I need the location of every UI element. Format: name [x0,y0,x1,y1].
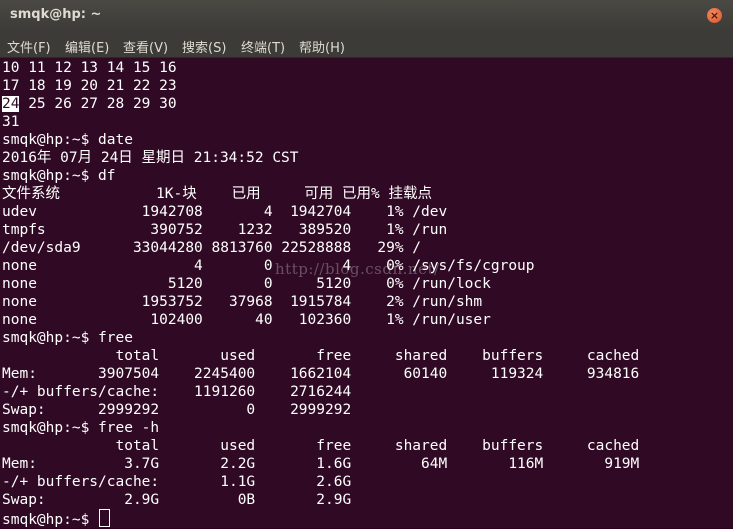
cursor [99,509,111,527]
free-row: -/+ buffers/cache: 1.1G 2.6G [2,474,352,490]
menu-help[interactable]: 帮助(H) [299,37,345,56]
output-line: 24 25 26 27 28 29 30 [2,95,177,113]
df-row: none 4 0 4 0% /sys/fs/cgroup [2,258,535,274]
df-row: tmpfs 390752 1232 389520 1% /run [2,222,448,238]
menu-bar: 文件(F) 编辑(E) 查看(V) 搜索(S) 终端(T) 帮助(H) [0,31,733,58]
df-row: none 1953752 37968 1915784 2% /run/shm [2,294,483,310]
output-line: 10 11 12 13 14 15 16 [2,60,177,76]
menu-terminal[interactable]: 终端(T) [241,37,285,56]
close-button[interactable]: × [707,8,722,23]
free-row: Mem: 3907504 2245400 1662104 60140 11932… [2,366,640,382]
free-row: Swap: 2999292 0 2999292 [2,402,352,418]
prompt-line[interactable]: smqk@hp:~$ [2,509,111,528]
free-row: Swap: 2.9G 0B 2.9G [2,492,352,508]
command-line: smqk@hp:~$ df [2,168,116,184]
menu-file[interactable]: 文件(F) [7,37,51,56]
window-title: smqk@hp: ~ [10,7,102,22]
prompt: smqk@hp:~$ [2,512,99,528]
terminal-window: smqk@hp: ~ × 文件(F) 编辑(E) 查看(V) 搜索(S) 终端(… [0,0,733,528]
df-row: udev 1942708 4 1942704 1% /dev [2,204,448,220]
command-line: smqk@hp:~$ free [2,330,133,346]
output-line: 17 18 19 20 21 22 23 [2,78,177,94]
free-row: -/+ buffers/cache: 1191260 2716244 [2,384,352,400]
df-row: /dev/sda9 33044280 8813760 22528888 29% … [2,240,422,256]
output-line: 2016年 07月 24日 星期日 21:34:52 CST [2,150,299,166]
title-bar[interactable]: smqk@hp: ~ × [0,0,733,31]
output-line: 31 [2,114,20,130]
watermark: http://blog.csdn.net/ [275,260,440,278]
menu-search[interactable]: 搜索(S) [182,37,226,56]
calendar-row-text: 25 26 27 28 29 30 [19,96,177,112]
terminal-output[interactable]: 10 11 12 13 14 15 16 17 18 19 20 21 22 2… [0,58,733,528]
command-line: smqk@hp:~$ date [2,132,133,148]
df-header: 文件系统 1K-块 已用 可用 已用% 挂载点 [2,186,432,202]
menu-view[interactable]: 查看(V) [123,37,168,56]
df-row: none 102400 40 102360 1% /run/user [2,312,491,328]
highlighted-date: 24 [2,96,20,112]
command-line: smqk@hp:~$ free -h [2,420,160,436]
free-row: Mem: 3.7G 2.2G 1.6G 64M 116M 919M [2,456,640,472]
free-header: total used free shared buffers cached [2,438,640,454]
close-icon[interactable]: × [710,9,719,22]
menu-edit[interactable]: 编辑(E) [65,37,109,56]
free-header: total used free shared buffers cached [2,348,640,364]
